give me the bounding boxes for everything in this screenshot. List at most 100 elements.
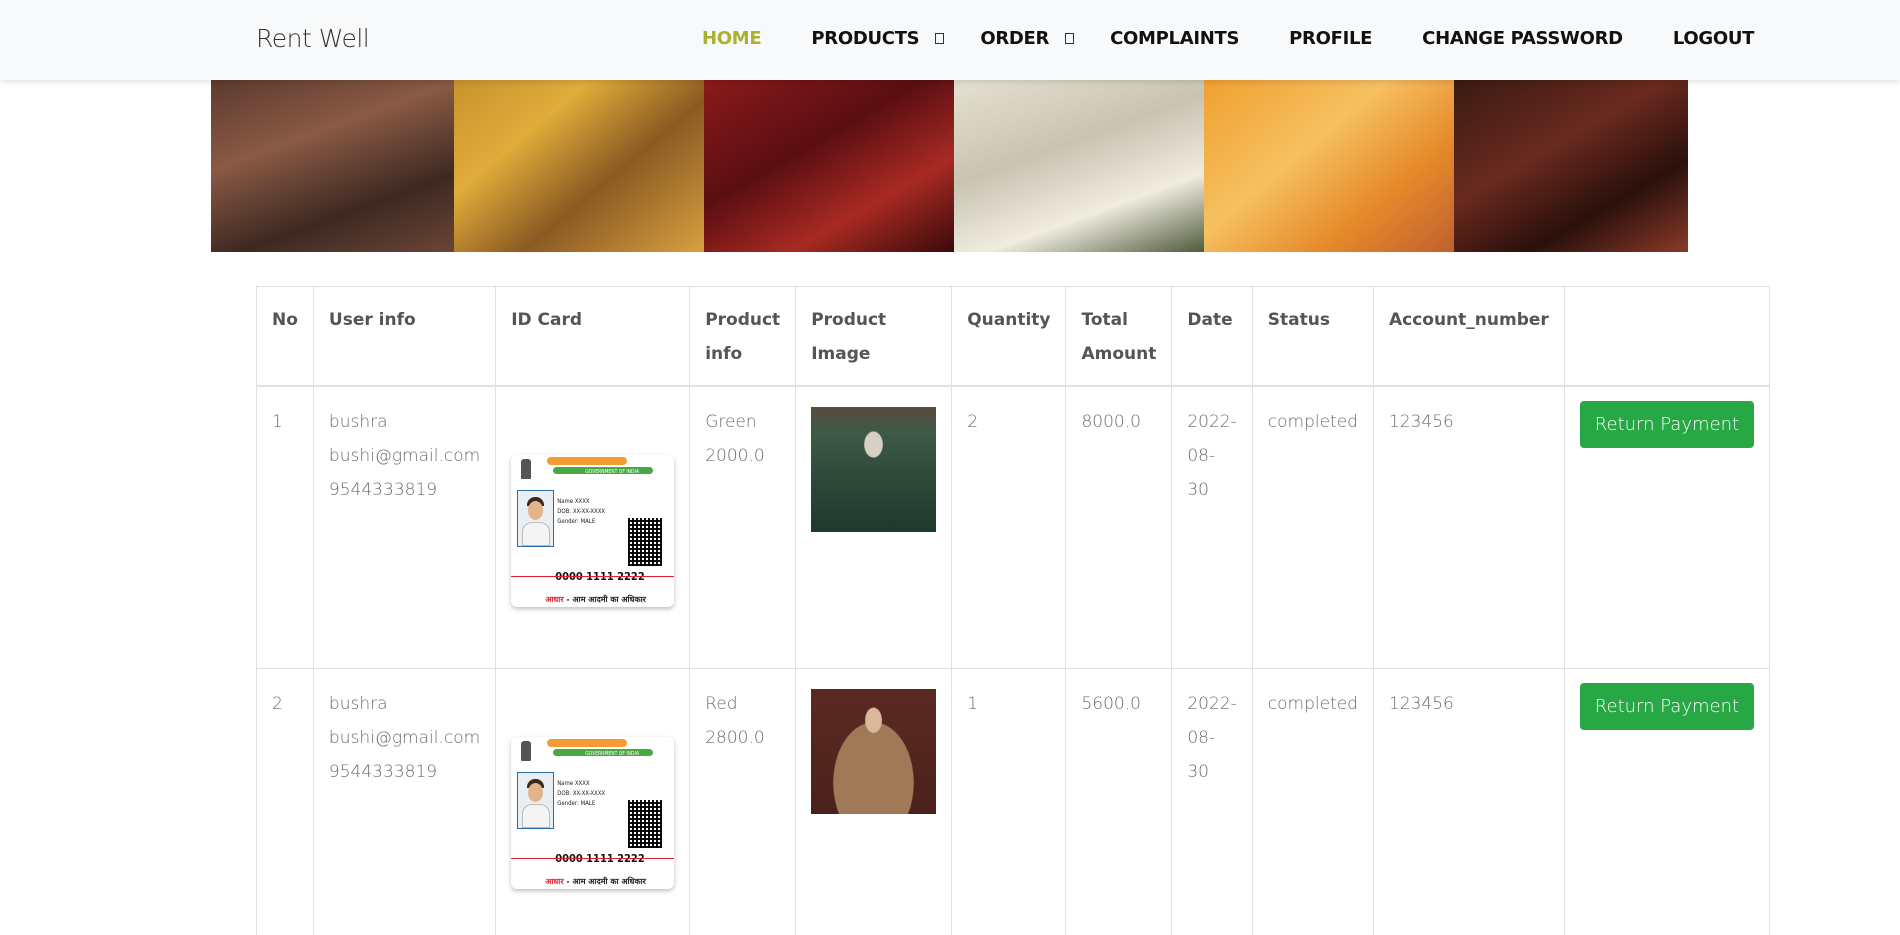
id-gender: Gender: MALE — [557, 799, 596, 807]
banner-photo-3 — [704, 80, 954, 252]
banner-photo-2 — [454, 80, 704, 252]
return-payment-button[interactable]: Return Payment — [1579, 682, 1755, 730]
banner-photo-5 — [1204, 80, 1454, 252]
nav-home-label: HOME — [702, 28, 762, 49]
header-product-image: Product Image — [795, 286, 953, 387]
nav-change-password[interactable]: CHANGE PASSWORD — [1422, 28, 1623, 49]
id-name: Name XXXX — [557, 779, 590, 787]
top-navbar: Rent Well HOME PRODUCTS ORDER COMPLAINTS… — [0, 0, 1900, 80]
id-footer: आधार - आम आदमी का अधिकार — [545, 876, 646, 886]
emblem-icon — [521, 459, 532, 479]
header-product-info: Product info — [689, 286, 797, 387]
user-email: bushi@gmail.com — [328, 727, 481, 748]
cell-date: 2022- 08- 30 — [1171, 667, 1253, 935]
orders-table-container: No User info ID Card Product info Produc… — [256, 286, 1771, 935]
main-nav: HOME PRODUCTS ORDER COMPLAINTS PROFILE C… — [702, 28, 1804, 49]
cell-product-info: Red 2800.0 — [689, 667, 797, 935]
header-status: Status — [1251, 286, 1374, 387]
cell-no: 1 — [256, 385, 314, 669]
id-dob: DOB: XX-XX-XXXX — [557, 789, 606, 797]
table-row: 1 bushra bushi@gmail.com 9544333819 GOVE… — [256, 385, 1771, 669]
id-gov-text: GOVERNMENT OF INDIA — [585, 469, 639, 475]
cell-no: 2 — [256, 667, 314, 935]
nav-complaints[interactable]: COMPLAINTS — [1110, 28, 1239, 49]
header-quantity: Quantity — [951, 286, 1067, 387]
date-part: 2022- — [1187, 693, 1237, 714]
header-total-amount: Total Amount — [1065, 286, 1173, 387]
cell-status: completed — [1251, 385, 1374, 669]
cell-id-card: GOVERNMENT OF INDIA Name XXXX DOB: XX-XX… — [495, 667, 691, 935]
cell-id-card: GOVERNMENT OF INDIA Name XXXX DOB: XX-XX… — [495, 385, 691, 669]
id-footer: आधार - आम आदमी का अधिकार — [545, 595, 646, 604]
product-image-red-lehenga — [811, 688, 937, 814]
cell-product-info: Green 2000.0 — [689, 385, 797, 669]
user-name: bushra — [328, 693, 388, 714]
cell-total: 8000.0 — [1065, 385, 1173, 669]
cell-quantity: 1 — [951, 667, 1067, 935]
header-action — [1563, 286, 1771, 387]
orders-table: No User info ID Card Product info Produc… — [256, 286, 1771, 935]
date-part: 30 — [1187, 480, 1209, 500]
date-part: 30 — [1187, 761, 1209, 782]
cell-date: 2022- 08- 30 — [1171, 385, 1253, 669]
product-price: 2800.0 — [705, 727, 765, 748]
id-gender: Gender: MALE — [557, 518, 596, 525]
nav-logout-label: LOGOUT — [1672, 28, 1755, 49]
id-gov-text: GOVERNMENT OF INDIA — [585, 750, 639, 757]
banner-photo-6 — [1454, 80, 1688, 252]
nav-order-label: ORDER — [980, 28, 1050, 49]
user-phone: 9544333819 — [328, 761, 438, 782]
header-id-card: ID Card — [495, 286, 691, 387]
cell-action: Return Payment — [1563, 667, 1771, 935]
cell-user-info: bushra bushi@gmail.com 9544333819 — [312, 385, 497, 669]
nav-profile-label: PROFILE — [1289, 28, 1373, 49]
table-row: 2 bushra bushi@gmail.com 9544333819 GOVE… — [256, 667, 1771, 935]
header-user-info: User info — [312, 286, 497, 387]
id-photo — [517, 771, 555, 829]
cell-product-image — [795, 385, 953, 669]
id-dob: DOB: XX-XX-XXXX — [557, 508, 606, 515]
cell-action: Return Payment — [1563, 385, 1771, 669]
product-color: Red — [705, 693, 738, 714]
table-header-row: No User info ID Card Product info Produc… — [256, 286, 1771, 387]
return-payment-button[interactable]: Return Payment — [1579, 401, 1755, 448]
qr-code-icon — [628, 518, 663, 566]
nav-change-password-label: CHANGE PASSWORD — [1422, 28, 1623, 49]
brand-logo[interactable]: Rent Well — [256, 24, 370, 53]
cell-product-image — [795, 667, 953, 935]
nav-home[interactable]: HOME — [702, 28, 762, 49]
cell-account-number: 123456 — [1372, 667, 1565, 935]
cell-account-number: 123456 — [1372, 385, 1565, 669]
qr-code-icon — [628, 799, 663, 848]
header-account-number: Account_number — [1372, 286, 1565, 387]
user-email: bushi@gmail.com — [328, 446, 481, 466]
emblem-icon — [521, 740, 532, 761]
product-image-green-lehenga — [811, 407, 937, 532]
nav-profile[interactable]: PROFILE — [1289, 28, 1372, 49]
product-color: Green — [705, 412, 757, 432]
product-price: 2000.0 — [705, 446, 765, 466]
header-date: Date — [1171, 286, 1253, 387]
date-part: 08- — [1187, 446, 1216, 466]
user-name: bushra — [328, 412, 388, 432]
banner-photo-4 — [954, 80, 1204, 252]
cell-status: completed — [1251, 667, 1374, 935]
date-part: 08- — [1187, 727, 1216, 748]
cell-user-info: bushra bushi@gmail.com 9544333819 — [312, 667, 497, 935]
header-no: No — [256, 286, 314, 387]
nav-products-label: PRODUCTS — [811, 28, 920, 49]
cell-total: 5600.0 — [1065, 667, 1173, 935]
user-phone: 9544333819 — [328, 480, 438, 500]
date-part: 2022- — [1187, 412, 1237, 432]
dropdown-icon — [1065, 33, 1075, 44]
cell-quantity: 2 — [951, 385, 1067, 669]
id-name: Name XXXX — [557, 498, 590, 505]
dropdown-icon — [935, 33, 945, 44]
id-card-image: GOVERNMENT OF INDIA Name XXXX DOB: XX-XX… — [511, 455, 675, 607]
id-card-image: GOVERNMENT OF INDIA Name XXXX DOB: XX-XX… — [511, 736, 675, 889]
nav-order[interactable]: ORDER — [980, 28, 1075, 49]
nav-products[interactable]: PRODUCTS — [811, 28, 945, 49]
hero-banner — [211, 80, 1688, 252]
nav-complaints-label: COMPLAINTS — [1110, 28, 1240, 49]
nav-logout[interactable]: LOGOUT — [1672, 28, 1755, 49]
